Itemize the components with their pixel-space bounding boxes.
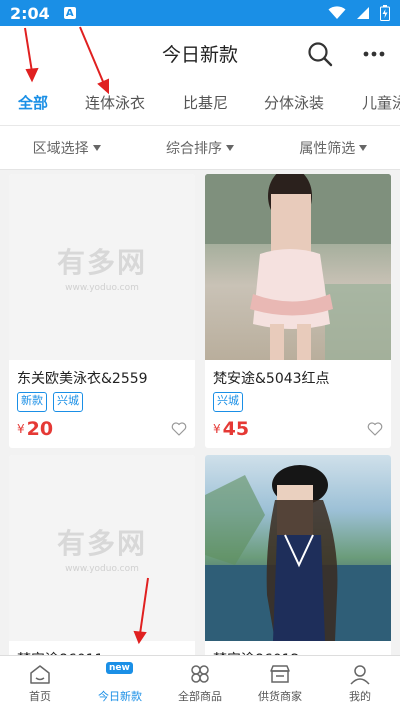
currency-symbol: ¥ (17, 422, 25, 436)
tab-kids[interactable]: 儿童泳 (362, 92, 400, 113)
filter-attributes[interactable]: 属性筛选 (267, 126, 400, 169)
placeholder-logo: 有多网 (56, 246, 147, 279)
product-title: 梵安途&5043红点 (213, 371, 330, 387)
product-card[interactable]: 有多网 www.yoduo.com 东关欧美泳衣&2559 新款 兴城 ¥ 20 (9, 174, 195, 448)
caret-down-icon (225, 144, 234, 151)
store-icon (270, 665, 290, 683)
product-tag: 新款 (17, 392, 47, 412)
nav-suppliers[interactable]: 供货商家 (240, 656, 320, 710)
product-card[interactable]: 梵安途&5043红点 兴城 ¥ 45 (205, 174, 391, 448)
nav-home[interactable]: 首页 (0, 656, 80, 710)
wifi-icon (328, 6, 346, 19)
placeholder-url: www.yoduo.com (65, 564, 139, 574)
home-icon (30, 665, 50, 684)
new-badge-icon: new (106, 662, 133, 686)
product-tag: 兴城 (53, 392, 83, 412)
user-icon (350, 665, 370, 685)
status-bar: 2:04 A (0, 0, 400, 26)
product-tag: 兴城 (213, 392, 243, 412)
status-icons (328, 5, 390, 21)
product-card[interactable]: 梵安途86012 (205, 455, 391, 673)
product-tags: 兴城 (205, 392, 391, 412)
tab-bikini[interactable]: 比基尼 (183, 92, 228, 113)
battery-icon (380, 5, 390, 21)
signal-icon (357, 7, 369, 19)
filter-sort[interactable]: 综合排序 (133, 126, 266, 169)
more-options-icon[interactable] (360, 40, 388, 68)
nav-profile[interactable]: 我的 (320, 656, 400, 710)
product-title: 东关欧美泳衣&2559 (17, 371, 148, 387)
grid-clover-icon (191, 665, 209, 683)
price-row: ¥ 20 (9, 412, 195, 448)
nav-new-today[interactable]: new 今日新款 (80, 656, 160, 710)
product-price: 20 (26, 418, 54, 440)
product-image-model-white-swimsuit[interactable] (205, 174, 391, 360)
nav-all-products[interactable]: 全部商品 (160, 656, 240, 710)
favorite-heart-icon[interactable] (171, 421, 187, 437)
nav-new-today-label: 今日新款 (98, 690, 142, 703)
nav-profile-label: 我的 (349, 690, 371, 703)
placeholder-logo: 有多网 (56, 527, 147, 560)
page-title: 今日新款 (161, 44, 238, 66)
model-photo-illustration (205, 174, 391, 360)
tab-two-piece[interactable]: 分体泳装 (264, 92, 324, 113)
new-badge: new (106, 662, 133, 674)
app-header: 今日新款 (0, 26, 400, 82)
filter-attributes-label: 属性筛选 (299, 140, 356, 157)
nav-suppliers-label: 供货商家 (258, 690, 302, 703)
product-image-model-navy-swimsuit[interactable] (205, 455, 391, 641)
bottom-nav: 首页 new 今日新款 全部商品 供货商家 我的 (0, 655, 400, 710)
price-row: ¥ 45 (205, 412, 391, 448)
product-card[interactable]: 有多网 www.yoduo.com 梵安途86011 (9, 455, 195, 673)
filter-bar: 区域选择 综合排序 属性筛选 (0, 126, 400, 170)
tab-all[interactable]: 全部 (18, 92, 48, 113)
nav-all-products-label: 全部商品 (178, 690, 222, 703)
category-tabs: 全部 连体泳衣 比基尼 分体泳装 儿童泳 (0, 82, 400, 126)
favorite-heart-icon[interactable] (367, 421, 383, 437)
filter-sort-label: 综合排序 (165, 140, 222, 157)
product-price: 45 (222, 418, 250, 440)
filter-region[interactable]: 区域选择 (0, 126, 133, 169)
model-photo-illustration (205, 465, 391, 641)
caret-down-icon (359, 144, 368, 151)
placeholder-url: www.yoduo.com (65, 283, 139, 293)
notification-icon: A (63, 7, 76, 19)
caret-down-icon (92, 144, 101, 151)
search-icon[interactable] (306, 40, 334, 68)
product-tags: 新款 兴城 (9, 392, 195, 412)
filter-region-label: 区域选择 (32, 140, 89, 157)
product-image-placeholder[interactable]: 有多网 www.yoduo.com (9, 455, 195, 641)
currency-symbol: ¥ (213, 422, 221, 436)
tab-one-piece[interactable]: 连体泳衣 (85, 92, 145, 113)
nav-home-label: 首页 (29, 690, 51, 703)
product-image-placeholder[interactable]: 有多网 www.yoduo.com (9, 174, 195, 360)
status-time: 2:04 (10, 3, 50, 23)
